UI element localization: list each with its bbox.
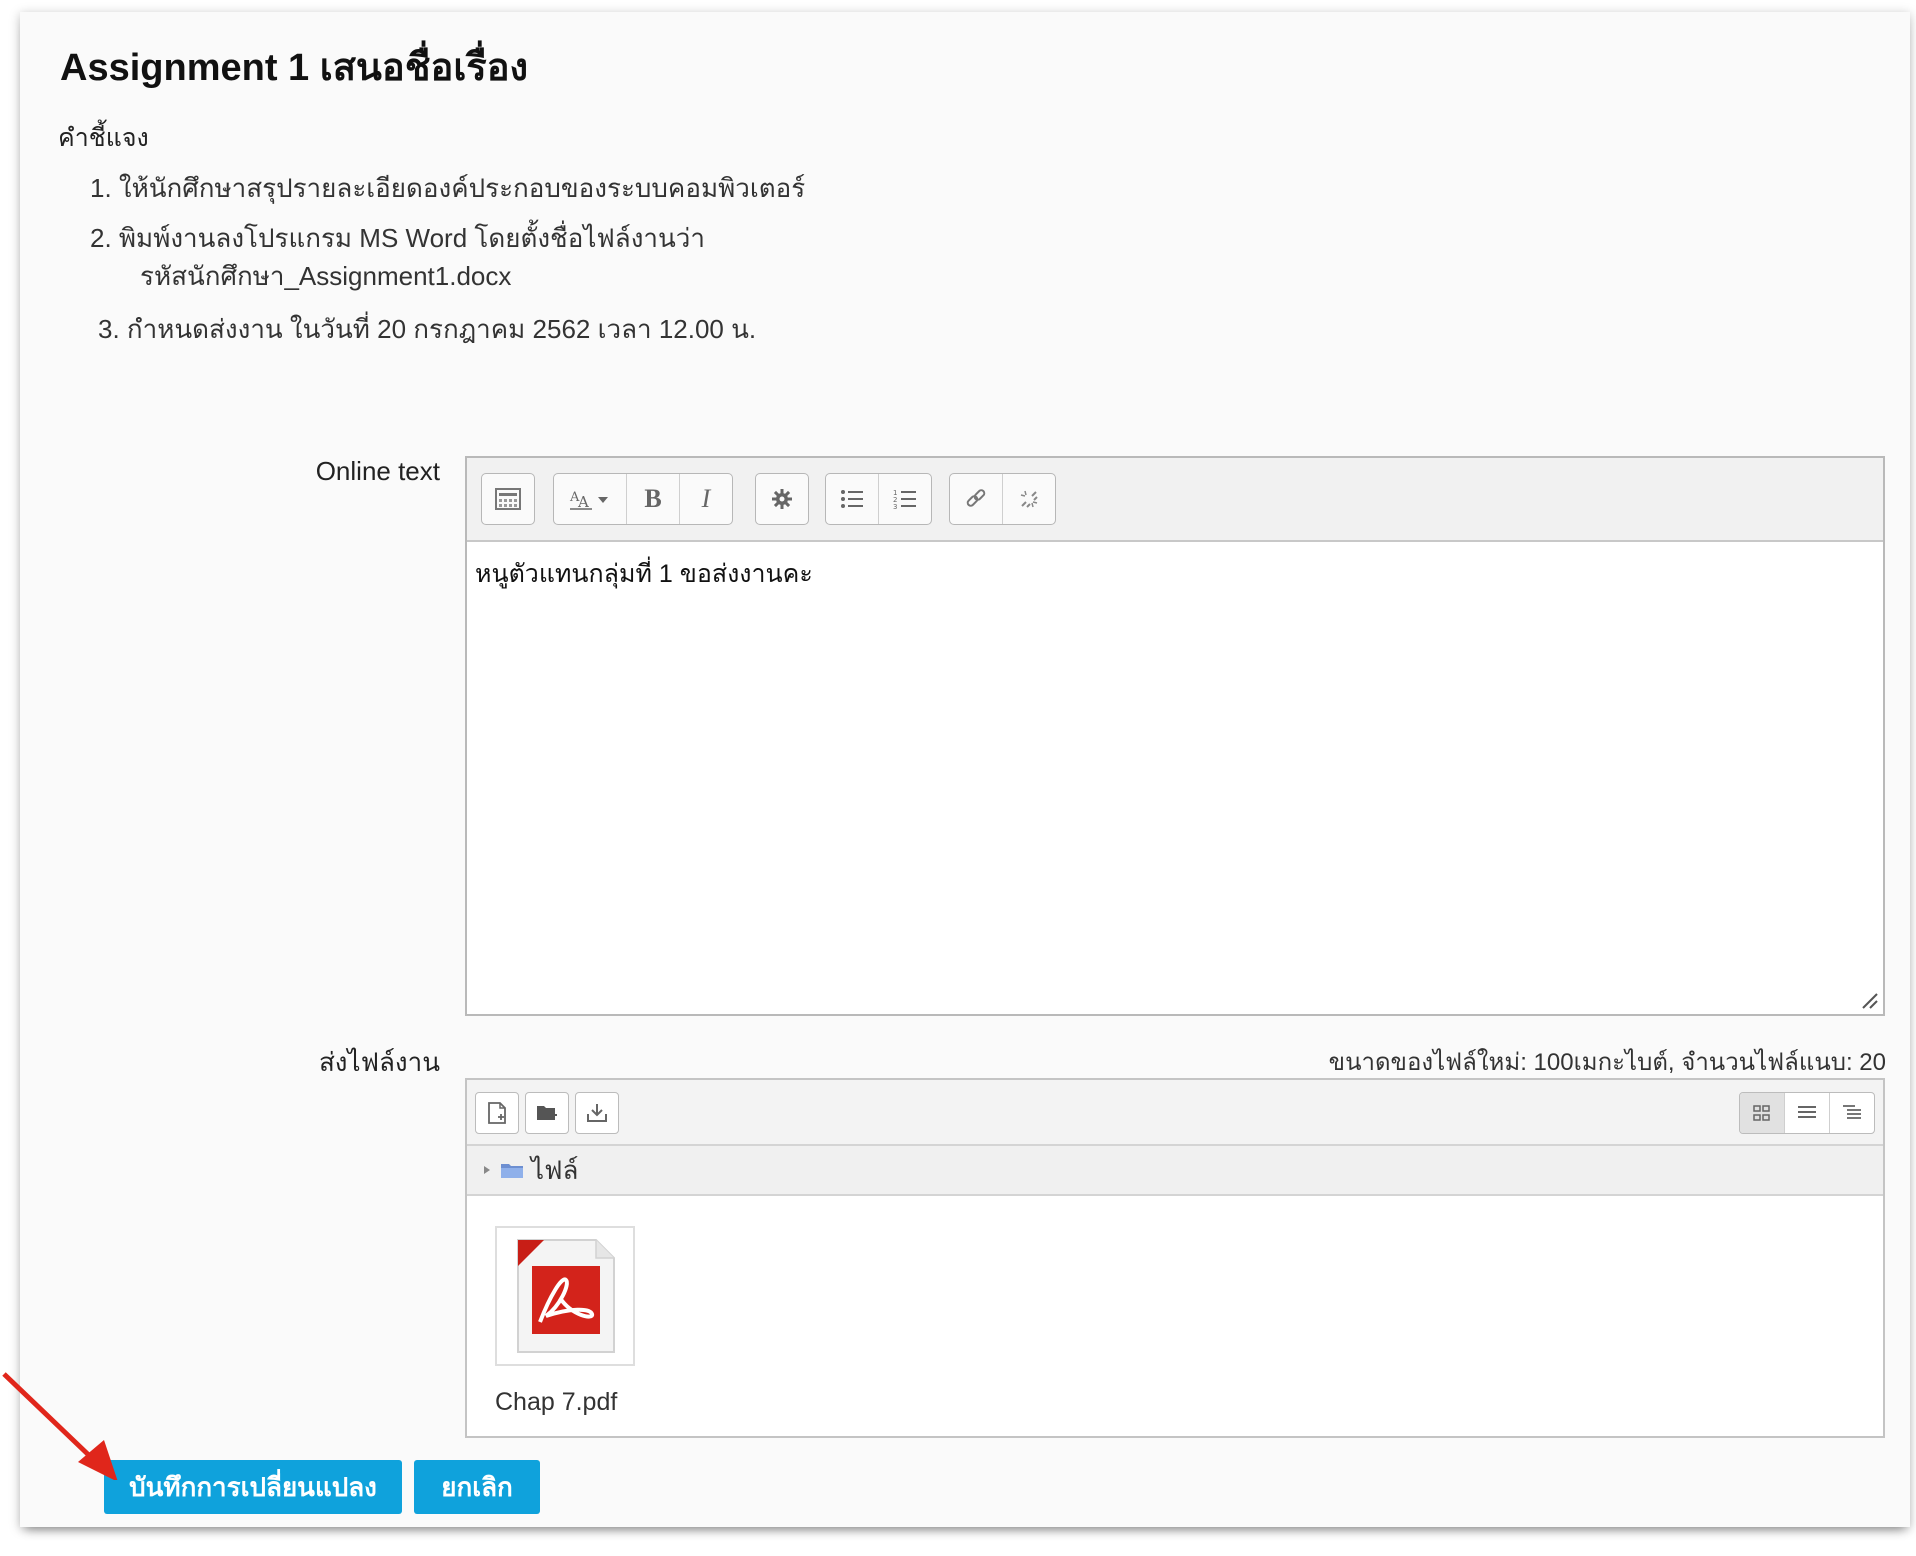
toolbar-group-format: AA B I: [553, 473, 733, 525]
file-name: Chap 7.pdf: [495, 1388, 618, 1416]
file-thumbnail: [495, 1226, 635, 1366]
unlink-icon[interactable]: [1003, 474, 1055, 524]
instruction-item: 3. กำหนดส่งงาน ในวันที่ 20 กรกฎาคม 2562 …: [98, 309, 756, 349]
file-submission-label: ส่งไฟล์งาน: [318, 1047, 440, 1077]
create-folder-icon: [537, 1106, 557, 1120]
instruction-number: 2.: [90, 223, 112, 253]
page-title: Assignment 1 เสนอชื่อเรื่อง: [60, 47, 529, 89]
instruction-number: 3.: [98, 314, 120, 344]
instruction-item: 1. ให้นักศึกษาสรุปรายละเอียดองค์ประกอบขอ…: [90, 168, 805, 208]
font-size-icon[interactable]: AA: [554, 474, 627, 524]
toolbar-group-links: [949, 473, 1056, 525]
toolbar-group-settings: [755, 473, 809, 525]
toolbar-toggle-icon[interactable]: [482, 474, 534, 524]
icon-view-button[interactable]: [1740, 1093, 1785, 1133]
svg-text:3: 3: [893, 503, 897, 510]
instruction-text-continued: รหัสนักศึกษา_Assignment1.docx: [140, 261, 512, 291]
list-view-icon: [1798, 1106, 1816, 1118]
file-area: Chap 7.pdf: [467, 1196, 1883, 1436]
online-text-content[interactable]: หนูตัวแทนกลุ่มที่ 1 ขอส่งงานคะ: [467, 542, 1883, 606]
expand-arrow-icon: [484, 1166, 490, 1174]
online-text-label: Online text: [315, 456, 440, 486]
file-picker: ไฟล์ Chap 7.pdf: [465, 1078, 1885, 1438]
tree-view-button[interactable]: [1830, 1093, 1874, 1133]
file-limits-text: ขนาดของไฟล์ใหม่: 100เมกะไบต์, จำนวนไฟล์แ…: [1328, 1049, 1886, 1076]
folder-label: ไฟล์: [531, 1154, 579, 1185]
toolbar-group-toggle: [481, 473, 535, 525]
instruction-item: 2. พิมพ์งานลงโปรแกรม MS Word โดยตั้งชื่อ…: [90, 218, 705, 258]
numbered-list-icon[interactable]: 123: [879, 474, 931, 524]
resize-handle-icon[interactable]: [1857, 988, 1879, 1010]
tree-view-icon: [1843, 1105, 1861, 1119]
file-picker-path[interactable]: ไฟล์: [467, 1146, 1883, 1196]
description-label: คำชี้แจง: [58, 124, 149, 152]
file-item[interactable]: Chap 7.pdf: [495, 1226, 635, 1417]
create-folder-button[interactable]: [525, 1092, 569, 1134]
pdf-icon: [517, 1239, 615, 1353]
instruction-number: 1.: [90, 173, 112, 203]
folder-icon: [501, 1164, 523, 1178]
list-view-button[interactable]: [1785, 1093, 1830, 1133]
online-text-editor: AA B I 123 หนูตัวแทนกลุ่มที่ 1 ขอส่งงานค…: [465, 456, 1885, 1016]
view-mode-toggle: [1739, 1092, 1875, 1134]
cancel-button[interactable]: ยกเลิก: [414, 1460, 540, 1514]
download-icon: [587, 1104, 607, 1122]
save-changes-button[interactable]: บันทึกการเปลี่ยนแปลง: [104, 1460, 402, 1514]
instruction-text: ให้นักศึกษาสรุปรายละเอียดองค์ประกอบของระ…: [118, 173, 806, 203]
add-file-button[interactable]: [475, 1092, 519, 1134]
instruction-text: พิมพ์งานลงโปรแกรม MS Word โดยตั้งชื่อไฟล…: [118, 223, 706, 253]
editor-toolbar: AA B I 123: [467, 458, 1883, 542]
settings-icon[interactable]: [756, 474, 808, 524]
add-file-icon: [488, 1102, 506, 1124]
toolbar-group-lists: 123: [825, 473, 932, 525]
annotation-arrow-icon: [2, 1372, 118, 1480]
download-all-button[interactable]: [575, 1092, 619, 1134]
link-icon[interactable]: [950, 474, 1003, 524]
file-picker-toolbar: [467, 1080, 1883, 1146]
italic-icon[interactable]: I: [680, 474, 732, 524]
grid-view-icon: [1753, 1105, 1770, 1121]
bulleted-list-icon[interactable]: [826, 474, 879, 524]
instruction-text: กำหนดส่งงาน ในวันที่ 20 กรกฎาคม 2562 เวล…: [126, 314, 757, 344]
bold-icon[interactable]: B: [627, 474, 680, 524]
